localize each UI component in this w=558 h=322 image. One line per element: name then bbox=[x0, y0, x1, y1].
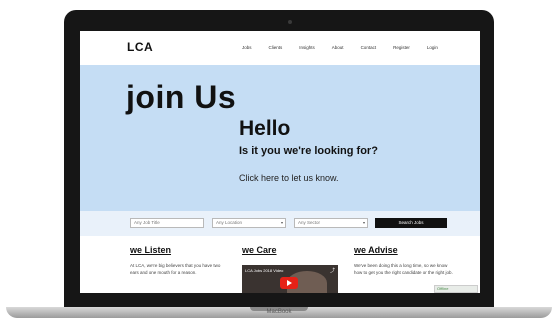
values-section: we Listen At LCA, we're big believers th… bbox=[80, 236, 480, 293]
hero-heading: Hello bbox=[239, 117, 291, 140]
listen-title: we Listen bbox=[130, 245, 172, 255]
device-label: MacBook bbox=[266, 309, 292, 315]
job-title-placeholder: Any Job Title bbox=[134, 220, 160, 225]
advise-text: We've been doing this a long time, so we… bbox=[354, 263, 453, 275]
sector-select-value: Any Sector bbox=[298, 220, 321, 225]
nav-link-about[interactable]: About bbox=[332, 45, 344, 51]
sector-select[interactable]: Any Sector ▾ bbox=[294, 218, 368, 228]
location-select[interactable]: Any Location ▾ bbox=[212, 218, 286, 228]
camera-dot bbox=[288, 20, 292, 24]
listen-text: At LCA, we're big believers that you hav… bbox=[130, 263, 221, 275]
video-player[interactable]: LCA Jobs 2018 Video ⤴ bbox=[242, 265, 338, 293]
laptop-screen: LCA Jobs Clients Insights About Contact … bbox=[80, 31, 480, 293]
nav-link-jobs[interactable]: Jobs bbox=[242, 45, 252, 51]
site-logo[interactable]: LCA bbox=[127, 40, 153, 54]
top-nav: LCA Jobs Clients Insights About Contact … bbox=[80, 31, 480, 65]
care-title: we Care bbox=[242, 245, 277, 255]
nav-link-clients[interactable]: Clients bbox=[269, 45, 283, 51]
nav-link-insights[interactable]: Insights bbox=[299, 45, 315, 51]
nav-links: Jobs Clients Insights About Contact Regi… bbox=[242, 45, 455, 51]
search-jobs-button[interactable]: Search Jobs bbox=[375, 218, 447, 228]
share-icon[interactable]: ⤴ bbox=[330, 267, 335, 274]
advise-title: we Advise bbox=[354, 245, 398, 255]
play-icon[interactable] bbox=[280, 277, 298, 289]
video-title: LCA Jobs 2018 Video bbox=[245, 268, 284, 273]
hero-section: join Us Hello Is it you we're looking fo… bbox=[80, 65, 480, 211]
hero-subheading: Is it you we're looking for? bbox=[239, 145, 378, 157]
listen-column: we Listen At LCA, we're big believers th… bbox=[130, 245, 230, 276]
nav-link-login[interactable]: Login bbox=[427, 45, 438, 51]
job-title-input[interactable]: Any Job Title bbox=[130, 218, 204, 228]
location-select-value: Any Location bbox=[216, 220, 243, 225]
hero-title: join Us bbox=[126, 79, 237, 115]
chevron-down-icon: ▾ bbox=[362, 220, 365, 225]
care-column: we Care bbox=[242, 245, 342, 262]
nav-link-register[interactable]: Register bbox=[393, 45, 410, 51]
advise-column: we Advise We've been doing this a long t… bbox=[354, 245, 454, 276]
laptop-scene: LCA Jobs Clients Insights About Contact … bbox=[0, 0, 558, 322]
chat-widget[interactable]: Offline bbox=[434, 285, 478, 293]
job-search-bar: Any Job Title Any Location ▾ Any Sector … bbox=[80, 211, 480, 236]
hero-cta-link[interactable]: Click here to let us know. bbox=[239, 173, 339, 183]
chevron-down-icon: ▾ bbox=[280, 220, 283, 225]
nav-link-contact[interactable]: Contact bbox=[361, 45, 377, 51]
